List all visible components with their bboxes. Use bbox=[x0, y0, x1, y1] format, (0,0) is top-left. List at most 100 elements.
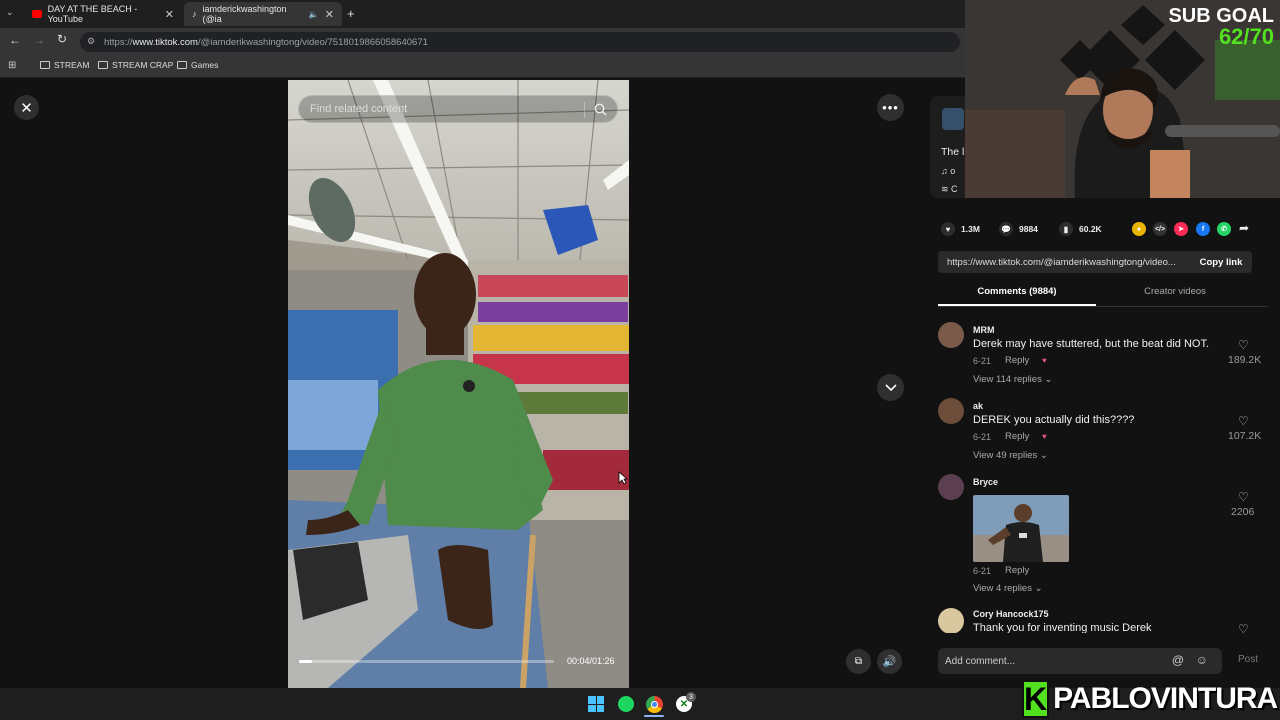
creator-avatar[interactable] bbox=[942, 108, 964, 130]
tab-creator-videos[interactable]: Creator videos bbox=[1096, 286, 1254, 297]
collection-name: C bbox=[951, 184, 958, 194]
comment-date: 6-21 bbox=[973, 432, 992, 442]
back-icon[interactable]: ← bbox=[9, 33, 21, 47]
commenter-name[interactable]: Bryce bbox=[973, 477, 998, 487]
tab-comments[interactable]: Comments (9884) bbox=[938, 286, 1096, 297]
bookmark-games[interactable]: Games bbox=[177, 60, 218, 70]
floating-player-icon: ⧉ bbox=[854, 656, 863, 667]
forward-icon[interactable]: → bbox=[33, 33, 45, 47]
video-progress-fill bbox=[299, 660, 312, 663]
video-player[interactable] bbox=[288, 80, 629, 688]
mention-icon[interactable]: @ bbox=[1172, 653, 1184, 667]
send-icon[interactable]: ➤ bbox=[1174, 222, 1188, 236]
reply-button[interactable]: Reply bbox=[1005, 565, 1029, 576]
view-replies-button[interactable]: View 4 replies ⌄ bbox=[973, 583, 1043, 594]
tab-youtube[interactable]: DAY AT THE BEACH - YouTube ✕ bbox=[24, 2, 182, 26]
post-button[interactable]: Post bbox=[1238, 654, 1258, 665]
chrome-icon[interactable] bbox=[646, 696, 663, 713]
bookmark-stream-crap[interactable]: STREAM CRAP bbox=[98, 60, 173, 70]
comment-partial: Cory Hancock175 Thank you for inventing … bbox=[918, 605, 1280, 633]
bookmark-icon: ▮ bbox=[1059, 222, 1073, 236]
commenter-name[interactable]: ak bbox=[973, 401, 983, 411]
close-tab-icon[interactable]: ✕ bbox=[165, 8, 174, 21]
reply-button[interactable]: Reply bbox=[1005, 431, 1029, 442]
search-icon[interactable] bbox=[594, 103, 607, 119]
comment-like-icon[interactable]: ♡ bbox=[1238, 622, 1249, 633]
divider bbox=[584, 102, 585, 118]
save-button[interactable]: ▮ 60.2K bbox=[1059, 222, 1102, 236]
bookmark-label: STREAM CRAP bbox=[112, 60, 174, 70]
close-tab-icon[interactable]: ✕ bbox=[325, 8, 334, 21]
chevron-down-icon: ⌄ bbox=[1039, 450, 1048, 461]
tab-tiktok[interactable]: ♪ iamderickwashington (@ia 🔈 ✕ bbox=[184, 2, 342, 26]
view-replies-label: View 4 replies bbox=[973, 583, 1032, 594]
commenter-name[interactable]: MRM bbox=[973, 325, 995, 335]
commenter-avatar[interactable] bbox=[938, 398, 964, 424]
active-app-indicator bbox=[644, 715, 664, 717]
spotify-icon[interactable] bbox=[618, 696, 634, 712]
comment-like-icon[interactable]: ♡ bbox=[1238, 490, 1249, 504]
sound-row[interactable]: ♫ o bbox=[941, 166, 955, 176]
comment-button[interactable]: 💬 9884 bbox=[999, 222, 1038, 236]
comment-like-count: 107.2K bbox=[1228, 430, 1262, 442]
collection-row[interactable]: ≋ C bbox=[941, 184, 958, 195]
creator-liked-icon: ♥ bbox=[1042, 356, 1047, 365]
comment-like-count: 189.2K bbox=[1228, 354, 1262, 366]
url-prefix: https:// bbox=[104, 36, 133, 48]
volume-button[interactable]: 🔊 bbox=[877, 649, 902, 674]
tab-youtube-title: DAY AT THE BEACH - YouTube bbox=[47, 4, 138, 24]
embed-icon[interactable]: </> bbox=[1153, 222, 1167, 236]
view-replies-label: View 49 replies bbox=[973, 450, 1038, 461]
comment-like-icon[interactable]: ♡ bbox=[1238, 338, 1249, 352]
close-video-button[interactable]: ✕ bbox=[14, 95, 39, 120]
like-button[interactable]: ♥ 1.3M bbox=[941, 222, 980, 236]
commenter-avatar[interactable] bbox=[938, 608, 964, 633]
comment-date: 6-21 bbox=[973, 356, 992, 366]
comment-image[interactable] bbox=[973, 495, 1069, 562]
reply-button[interactable]: Reply bbox=[1005, 355, 1029, 366]
sub-goal-title: SUB GOAL bbox=[1168, 5, 1274, 27]
coin-share-icon[interactable]: ● bbox=[1132, 222, 1146, 236]
folder-icon bbox=[40, 61, 50, 69]
tab-divider bbox=[938, 306, 1268, 307]
commenter-name[interactable]: Cory Hancock175 bbox=[973, 609, 1049, 619]
apps-grid-icon[interactable]: ⊞ bbox=[8, 60, 16, 71]
site-settings-icon[interactable]: ⚙ bbox=[87, 36, 95, 47]
floating-player-button[interactable]: ⧉ bbox=[846, 649, 871, 674]
share-arrow-icon[interactable]: ➦ bbox=[1239, 221, 1249, 235]
more-options-button[interactable]: ••• bbox=[877, 94, 904, 121]
comment-text: Thank you for inventing music Derek bbox=[973, 622, 1152, 633]
view-replies-button[interactable]: View 49 replies ⌄ bbox=[973, 450, 1048, 461]
comment-like-icon[interactable]: ♡ bbox=[1238, 414, 1249, 428]
ellipsis-icon: ••• bbox=[882, 100, 899, 115]
emoji-icon[interactable]: ☺ bbox=[1196, 653, 1208, 667]
address-bar[interactable]: ⚙ https://www.tiktok.com/@iamderikwashin… bbox=[80, 32, 960, 52]
commenter-avatar[interactable] bbox=[938, 474, 964, 500]
related-content-search[interactable]: Find related content bbox=[298, 95, 618, 123]
search-placeholder: Find related content bbox=[310, 103, 408, 115]
brand-name: PABLOVINTURA bbox=[1053, 682, 1278, 715]
video-progress-bar[interactable] bbox=[299, 660, 554, 663]
bookmark-stream[interactable]: STREAM bbox=[40, 60, 89, 70]
sub-goal-overlay: SUB GOAL 62/70 bbox=[1140, 6, 1274, 48]
whatsapp-icon[interactable]: ✆ bbox=[1217, 222, 1231, 236]
facebook-icon[interactable]: f bbox=[1196, 222, 1210, 236]
next-video-button[interactable] bbox=[877, 374, 904, 401]
speaker-icon[interactable]: 🔈 bbox=[309, 10, 319, 19]
creator-liked-icon: ♥ bbox=[1042, 432, 1047, 441]
view-replies-button[interactable]: View 114 replies ⌄ bbox=[973, 374, 1052, 385]
copy-link-button[interactable]: Copy link bbox=[1190, 251, 1252, 273]
reload-icon[interactable]: ↻ bbox=[57, 32, 67, 46]
commenter-avatar[interactable] bbox=[938, 322, 964, 348]
chevron-down-icon: ⌄ bbox=[1034, 583, 1043, 594]
brand-logo-letter: K bbox=[1022, 680, 1050, 718]
chevron-down-icon bbox=[884, 379, 897, 397]
tiktok-icon: ♪ bbox=[192, 9, 197, 19]
windows-start-icon[interactable] bbox=[588, 696, 604, 712]
mouse-cursor-icon bbox=[618, 471, 629, 490]
add-comment-input[interactable]: Add comment... @ ☺ bbox=[938, 648, 1222, 674]
tab-list-chevron-icon[interactable]: ⌄ bbox=[6, 7, 14, 18]
sub-goal-value: 62/70 bbox=[1218, 24, 1274, 49]
new-tab-icon[interactable]: + bbox=[347, 6, 355, 21]
folder-icon bbox=[98, 61, 108, 69]
